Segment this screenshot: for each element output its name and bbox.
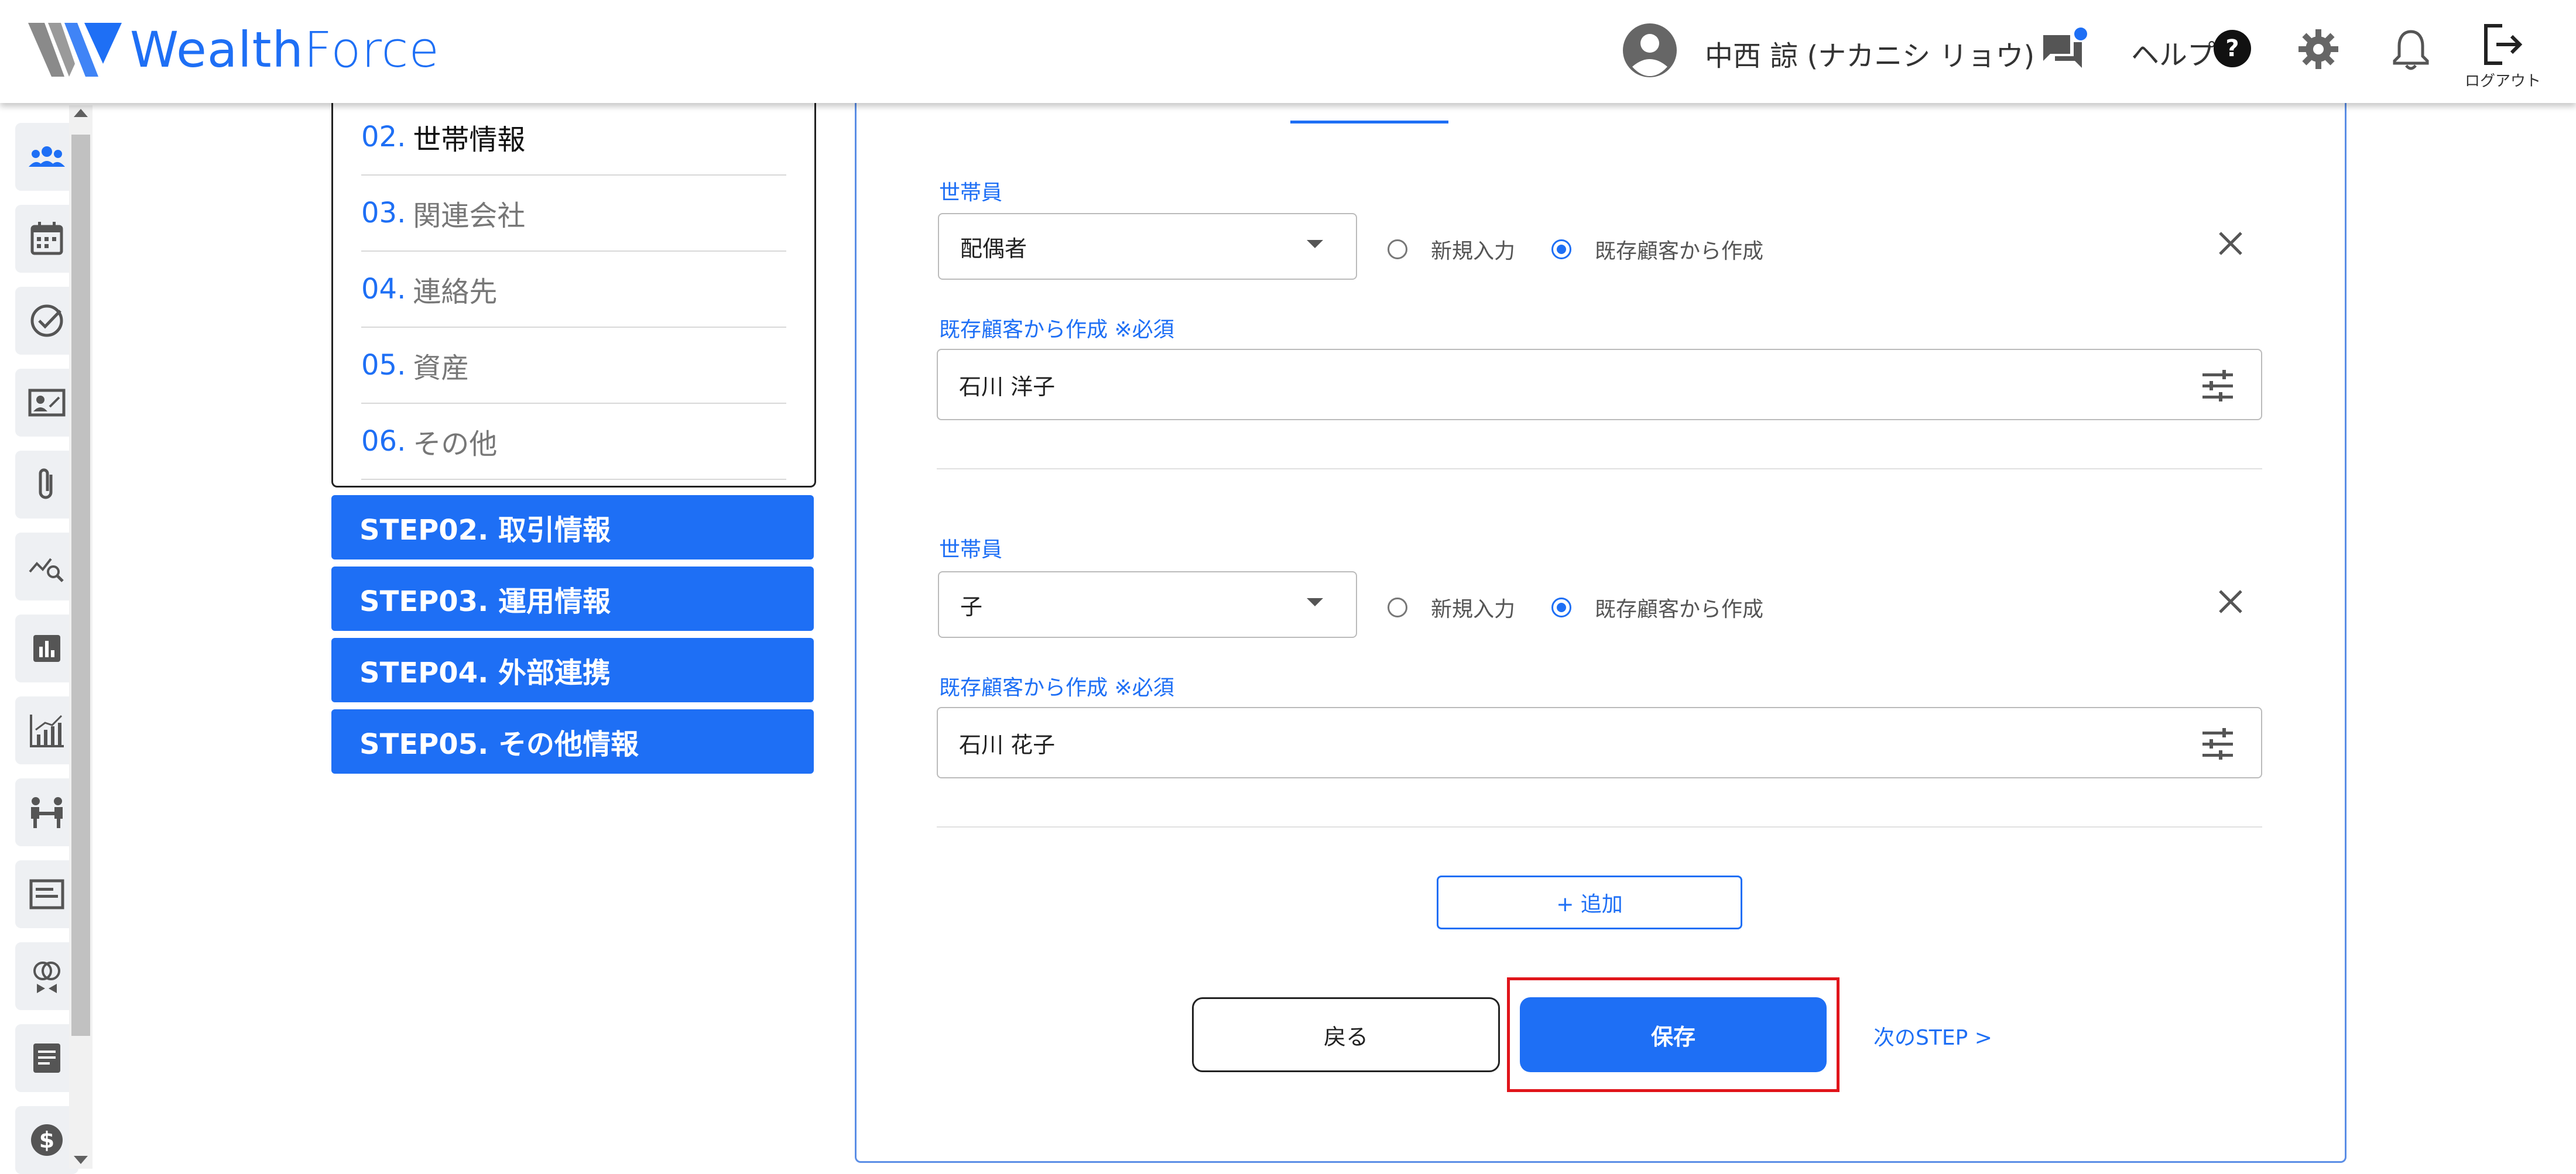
back-button[interactable]: 戻る [1192, 997, 1500, 1072]
relation-value: 子 [960, 593, 983, 620]
help-icon[interactable]: ? [2213, 29, 2252, 68]
trend-search-icon [29, 558, 64, 582]
group-icon [29, 146, 65, 167]
check-circle-icon [30, 304, 63, 337]
step02-button[interactable]: STEP02. 取引情報 [331, 495, 814, 559]
logo-mark-icon [28, 23, 122, 77]
app-header: WealthForce 中西 諒 (ナカニシ リョウ) ヘルプ ? ログアウト [0, 0, 2576, 103]
meeting-icon [31, 797, 63, 828]
substep-assets[interactable]: 05. 資産 [361, 328, 786, 404]
gear-icon[interactable] [2297, 28, 2339, 70]
tune-icon[interactable] [2199, 726, 2236, 763]
chevron-down-icon [1307, 598, 1323, 606]
active-tab-indicator [1290, 121, 1448, 123]
existing-customer-label: 既存顧客から作成 ※必須 [939, 676, 1174, 700]
chat-icon[interactable] [2040, 27, 2089, 76]
relation-select[interactable]: 配偶者 [938, 213, 1357, 280]
radio-existing-customer[interactable]: 既存顧客から作成 [1551, 592, 1763, 623]
substep-related-companies[interactable]: 03. 関連会社 [361, 176, 786, 252]
close-icon[interactable] [2213, 584, 2248, 619]
rail-scrollbar[interactable] [69, 105, 93, 1169]
next-step-link[interactable]: 次のSTEP > [1873, 1021, 1992, 1051]
logout-icon[interactable] [2479, 21, 2526, 68]
scroll-thumb[interactable] [71, 135, 90, 1036]
relation-value: 配偶者 [960, 235, 1027, 262]
calendar-icon [30, 222, 63, 255]
radio-circle[interactable] [1388, 239, 1407, 259]
save-button[interactable]: 保存 [1520, 997, 1827, 1072]
member-label: 世帯員 [939, 538, 1003, 562]
tune-icon[interactable] [2199, 368, 2236, 405]
step04-button[interactable]: STEP04. 外部連携 [331, 638, 814, 702]
dollar-icon: $ [31, 1124, 63, 1156]
radio-new-entry[interactable]: 新規入力 [1388, 234, 1515, 265]
svg-text:?: ? [2225, 35, 2239, 62]
chevron-down-icon [1307, 240, 1323, 248]
logo-text: WealthForce [130, 21, 440, 78]
growth-chart-icon [30, 715, 64, 747]
add-member-button[interactable]: + 追加 [1437, 876, 1742, 929]
notes-icon [33, 1043, 60, 1073]
step1-substep-list: 02. 世帯情報 03. 関連会社 04. 連絡先 05. 資産 06. その他 [331, 88, 816, 488]
radio-existing-customer[interactable]: 既存顧客から作成 [1551, 234, 1763, 265]
existing-customer-label: 既存顧客から作成 ※必須 [939, 318, 1174, 342]
step03-button[interactable]: STEP03. 運用情報 [331, 567, 814, 631]
user-avatar-icon[interactable] [1622, 22, 1678, 78]
section-divider [937, 826, 2262, 828]
substep-contacts[interactable]: 04. 連絡先 [361, 252, 786, 328]
scroll-up-arrow-icon[interactable] [74, 109, 88, 117]
substep-other[interactable]: 06. その他 [361, 404, 786, 480]
substep-household[interactable]: 02. 世帯情報 [361, 99, 786, 176]
existing-customer-field[interactable]: 石川 洋子 [937, 349, 2262, 420]
step05-button[interactable]: STEP05. その他情報 [331, 709, 814, 774]
logout-label[interactable]: ログアウト [2465, 69, 2541, 91]
relation-select[interactable]: 子 [938, 571, 1357, 638]
radio-circle[interactable] [1551, 598, 1571, 617]
help-label[interactable]: ヘルプ [2131, 32, 2215, 73]
section-divider [937, 468, 2262, 469]
bell-icon[interactable] [2389, 27, 2433, 71]
wealthforce-logo[interactable]: WealthForce [28, 21, 440, 78]
user-name[interactable]: 中西 諒 (ナカニシ リョウ) [1705, 33, 2034, 74]
scroll-down-arrow-icon[interactable] [74, 1156, 88, 1164]
compare-icon [33, 962, 60, 993]
existing-customer-value: 石川 花子 [959, 732, 1056, 758]
svg-text:$: $ [39, 1127, 54, 1153]
bar-chart-icon [33, 635, 60, 662]
message-card-icon [29, 879, 64, 909]
close-icon[interactable] [2213, 226, 2248, 261]
member-label: 世帯員 [939, 181, 1003, 205]
existing-customer-field[interactable]: 石川 花子 [937, 707, 2262, 778]
radio-circle[interactable] [1388, 598, 1407, 617]
attachment-icon [39, 468, 53, 499]
existing-customer-value: 石川 洋子 [959, 373, 1056, 400]
radio-circle[interactable] [1551, 239, 1571, 259]
contact-card-icon [28, 389, 66, 417]
radio-new-entry[interactable]: 新規入力 [1388, 592, 1515, 623]
